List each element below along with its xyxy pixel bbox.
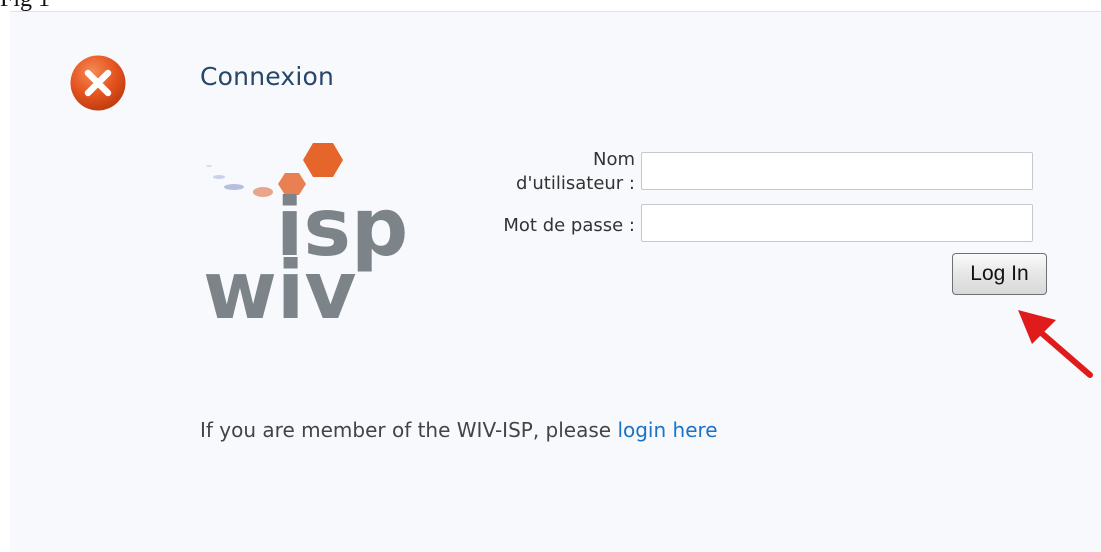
password-input[interactable] — [641, 204, 1033, 242]
close-icon — [70, 55, 126, 111]
member-text: If you are member of the WIV-ISP, please — [200, 418, 618, 442]
logo-hexagon-large — [303, 143, 343, 177]
login-panel — [10, 12, 1101, 552]
logo-dot-4 — [206, 165, 212, 167]
close-button[interactable] — [69, 54, 127, 112]
logo-dot-2 — [224, 184, 244, 190]
username-input[interactable] — [641, 152, 1033, 190]
logo-dot-3 — [213, 175, 225, 179]
login-button[interactable]: Log In — [952, 253, 1047, 295]
dialog-title: Connexion — [200, 62, 335, 91]
password-label: Mot de passe : — [503, 215, 635, 236]
login-here-link[interactable]: login here — [617, 418, 717, 442]
logo-dot-1 — [253, 187, 273, 197]
member-login-line: If you are member of the WIV-ISP, please… — [200, 418, 718, 442]
logo-word-wiv: wiv — [203, 244, 356, 337]
arrow-icon — [1018, 310, 1093, 378]
wiv-isp-logo: isp wiv — [200, 140, 415, 337]
red-arrow-annotation — [1010, 300, 1101, 385]
username-label: Nom d'utilisateur : — [470, 148, 635, 196]
username-label-line1: Nom — [592, 149, 635, 170]
username-label-line2: d'utilisateur : — [516, 173, 635, 194]
